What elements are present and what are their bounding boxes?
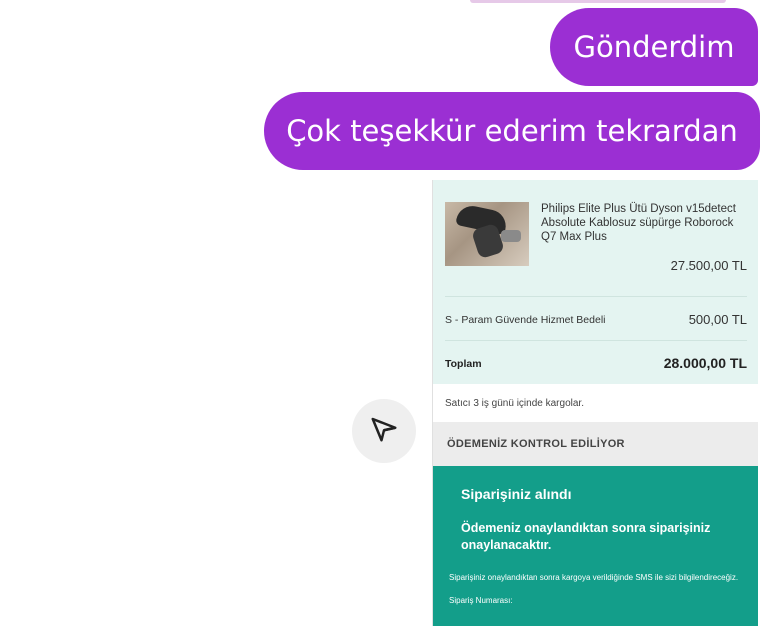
order-received-title: Siparişiniz alındı (461, 486, 572, 502)
total-value: 28.000,00 TL (663, 355, 747, 371)
product-price: 27.500,00 TL (670, 258, 747, 273)
payment-status-bar: ÖDEMENİZ KONTROL EDİLİYOR (433, 422, 758, 466)
order-received-message: Ödemeniz onaylandıktan sonra siparişiniz… (461, 521, 711, 552)
message-text: Gönderdim (573, 30, 735, 64)
divider (445, 296, 747, 297)
order-summary-card[interactable]: Philips Elite Plus Ütü Dyson v15detect A… (432, 180, 758, 626)
shipping-note: Satıcı 3 iş günü içinde kargolar. (445, 398, 584, 409)
previous-message-edge (470, 0, 726, 3)
total-label: Toplam (445, 358, 482, 370)
message-bubble-sent[interactable]: Gönderdim (550, 8, 758, 86)
service-fee-value: 500,00 TL (688, 312, 747, 327)
payment-status-text: ÖDEMENİZ KONTROL EDİLİYOR (447, 438, 625, 450)
order-received-panel: Siparişiniz alındı Ödemeniz onaylandıkta… (433, 466, 758, 626)
order-details-section: Philips Elite Plus Ütü Dyson v15detect A… (433, 180, 758, 384)
product-image (445, 202, 529, 266)
sms-info-note: Siparişiniz onaylandıktan sonra kargoya … (449, 573, 739, 582)
message-bubble-sent[interactable]: Çok teşekkür ederim tekrardan (264, 92, 760, 170)
product-name: Philips Elite Plus Ütü Dyson v15detect A… (541, 203, 736, 243)
send-icon (369, 414, 399, 449)
order-number-label: Sipariş Numarası: (449, 596, 513, 605)
service-fee-label: S - Param Güvende Hizmet Bedeli (445, 314, 606, 326)
message-text: Çok teşekkür ederim tekrardan (286, 114, 738, 148)
share-button[interactable] (352, 399, 416, 463)
divider (445, 340, 747, 341)
